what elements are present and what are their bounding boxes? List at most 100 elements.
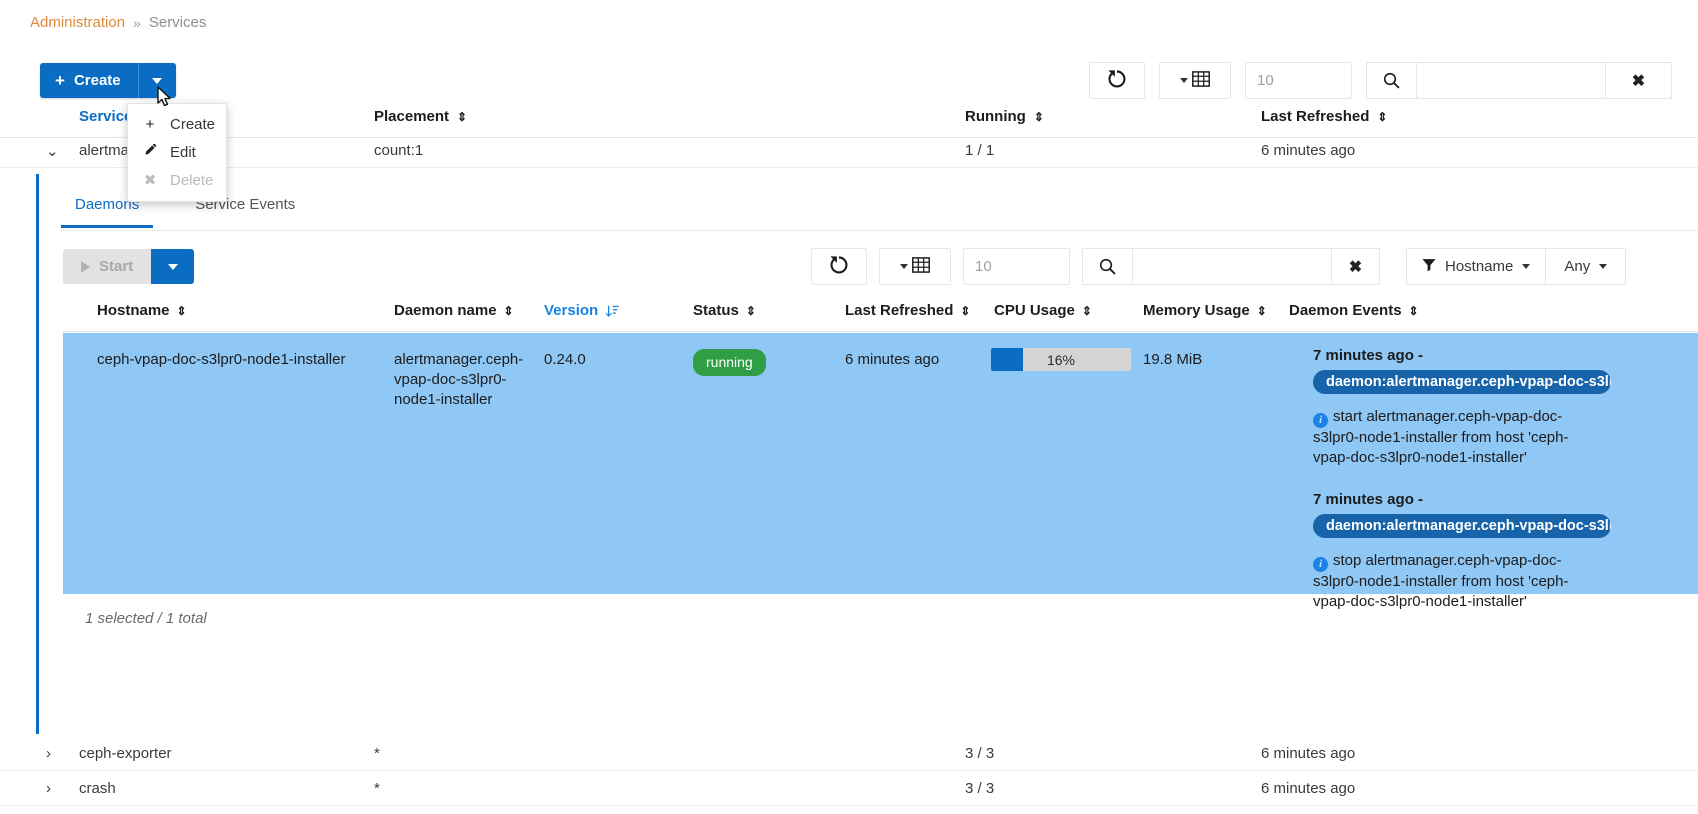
chevron-down-icon	[1522, 264, 1531, 269]
row-running: 3 / 3	[965, 745, 995, 762]
chevron-down-icon	[167, 263, 178, 270]
daemons-search-input[interactable]	[1132, 248, 1332, 285]
services-refresh-button[interactable]	[1089, 62, 1145, 99]
row-last-refreshed: 6 minutes ago	[1261, 142, 1356, 159]
column-header-version[interactable]: Version	[544, 302, 619, 319]
column-header-placement[interactable]: Placement ⇕	[374, 108, 467, 125]
services-toolbar[interactable]: 10 ✖	[1089, 62, 1672, 99]
daemon-event-item: 7 minutes ago - daemon:alertmanager.ceph…	[1313, 347, 1698, 468]
daemons-filter-group[interactable]: Hostname Any	[1406, 248, 1627, 285]
row-running: 1 / 1	[965, 142, 995, 159]
column-header-last-refreshed[interactable]: Last Refreshed ⇕	[1261, 108, 1387, 125]
row-placement: count:1	[374, 142, 424, 159]
create-dropdown-toggle[interactable]	[137, 63, 176, 98]
services-search-group[interactable]: ✖	[1366, 62, 1672, 99]
breadcrumb-separator-icon: »	[133, 14, 141, 31]
hostname-filter-value: Any	[1564, 258, 1591, 275]
row-expand-chevron-icon[interactable]: ⌄	[46, 133, 59, 168]
breadcrumb-administration[interactable]: Administration	[30, 14, 125, 31]
services-search-clear-button[interactable]: ✖	[1606, 62, 1672, 99]
start-button-group[interactable]: Start	[63, 249, 195, 284]
menu-item-delete-label: Delete	[170, 171, 214, 189]
daemons-column-selector[interactable]	[879, 248, 951, 285]
row-service-name: crash	[79, 780, 116, 797]
row-expand-chevron-icon[interactable]: ›	[46, 736, 51, 771]
tabs-divider	[61, 230, 1698, 231]
column-header-service[interactable]: Service	[79, 108, 132, 125]
search-icon	[1082, 248, 1132, 285]
services-search-input[interactable]	[1416, 62, 1606, 99]
start-button: Start	[63, 249, 152, 284]
services-page: Administration » Services + Create + Cre…	[0, 0, 1698, 814]
create-dropdown-menu[interactable]: + Create Edit ✖ Delete	[127, 103, 227, 202]
column-header-running[interactable]: Running ⇕	[965, 108, 1044, 125]
column-header-status[interactable]: Status ⇕	[693, 302, 756, 319]
hostname-filter-value-button[interactable]: Any	[1546, 248, 1627, 285]
chevron-down-icon	[1599, 264, 1608, 269]
table-row[interactable]: ceph-vpap-doc-s3lpr0-node1-installer ale…	[63, 333, 1698, 610]
play-icon	[81, 260, 90, 273]
start-dropdown-toggle[interactable]	[151, 249, 195, 284]
create-button[interactable]: + Create	[40, 63, 138, 98]
cpu-usage-fill	[991, 348, 1024, 371]
start-button-label: Start	[99, 258, 134, 275]
menu-item-delete: ✖ Delete	[128, 166, 226, 194]
daemons-limit-input[interactable]: 10	[963, 248, 1070, 285]
event-subject-chip: daemon:alertmanager.ceph-vpap-doc-s3lpr0	[1313, 514, 1611, 538]
info-icon: i	[1313, 413, 1328, 428]
chevron-down-icon	[1180, 78, 1188, 83]
column-header-cpu-usage[interactable]: CPU Usage ⇕	[994, 302, 1092, 319]
hostname-filter-label: Hostname	[1445, 258, 1514, 275]
plus-icon: +	[145, 116, 155, 133]
daemons-toolbar[interactable]: 10 ✖ Hostname Any	[811, 248, 1627, 285]
column-header-daemon-events[interactable]: Daemon Events ⇕	[1289, 302, 1419, 319]
menu-item-edit-label: Edit	[170, 143, 196, 161]
daemons-search-clear-button[interactable]: ✖	[1332, 248, 1380, 285]
menu-item-create[interactable]: + Create	[128, 111, 226, 138]
table-row[interactable]: ⌄ alertmanager count:1 1 / 1 6 minutes a…	[0, 133, 1698, 168]
daemon-last-refreshed: 6 minutes ago	[845, 351, 940, 368]
table-row[interactable]: › crash * 3 / 3 6 minutes ago	[0, 771, 1698, 806]
funnel-icon	[1422, 258, 1436, 276]
info-icon: i	[1313, 557, 1328, 572]
chevron-down-icon	[152, 77, 163, 84]
daemon-event-item: 7 minutes ago - daemon:alertmanager.ceph…	[1313, 491, 1698, 612]
sort-icon: ⇕	[745, 303, 756, 318]
daemons-search-group[interactable]: ✖	[1082, 248, 1380, 285]
chevron-down-icon	[900, 264, 908, 269]
close-icon: ✖	[143, 172, 157, 189]
cpu-usage-bar: 16%	[991, 348, 1131, 371]
daemon-version: 0.24.0	[544, 351, 586, 368]
event-timestamp: 7 minutes ago -	[1313, 347, 1424, 364]
breadcrumb-services[interactable]: Services	[149, 14, 207, 31]
daemons-table-footer: 1 selected / 1 total	[85, 610, 207, 627]
event-subject-chip: daemon:alertmanager.ceph-vpap-doc-s3lpr0	[1313, 370, 1611, 394]
column-header-memory-usage[interactable]: Memory Usage ⇕	[1143, 302, 1267, 319]
column-header-last-refreshed[interactable]: Last Refreshed ⇕	[845, 302, 970, 319]
status-badge: running	[693, 349, 766, 376]
column-header-hostname[interactable]: Hostname ⇕	[97, 302, 187, 319]
sort-icon: ⇕	[503, 303, 514, 318]
row-running: 3 / 3	[965, 780, 995, 797]
services-column-selector[interactable]	[1159, 62, 1231, 99]
create-button-label: Create	[73, 72, 121, 89]
hostname-filter-button[interactable]: Hostname	[1406, 248, 1547, 285]
create-button-group[interactable]: + Create	[40, 63, 176, 98]
menu-item-create-label: Create	[170, 116, 216, 133]
services-limit-input[interactable]: 10	[1245, 62, 1352, 99]
menu-item-edit[interactable]: Edit	[128, 138, 226, 166]
search-icon	[1366, 62, 1416, 99]
daemons-limit-value: 10	[975, 258, 992, 275]
column-header-daemon-name[interactable]: Daemon name ⇕	[394, 302, 514, 319]
services-limit-value: 10	[1257, 72, 1274, 89]
refresh-icon	[1108, 69, 1126, 92]
table-row[interactable]: › ceph-exporter * 3 / 3 6 minutes ago	[0, 736, 1698, 771]
daemons-table-header: Hostname ⇕ Daemon name ⇕ Version Status …	[63, 302, 1698, 332]
row-last-refreshed: 6 minutes ago	[1261, 780, 1356, 797]
daemon-events-list: 7 minutes ago - daemon:alertmanager.ceph…	[1313, 347, 1698, 612]
pencil-icon	[142, 143, 158, 161]
row-expand-chevron-icon[interactable]: ›	[46, 771, 51, 806]
row-service-name: ceph-exporter	[79, 745, 172, 762]
sort-icon: ⇕	[1408, 303, 1419, 318]
daemons-refresh-button[interactable]	[811, 248, 867, 285]
